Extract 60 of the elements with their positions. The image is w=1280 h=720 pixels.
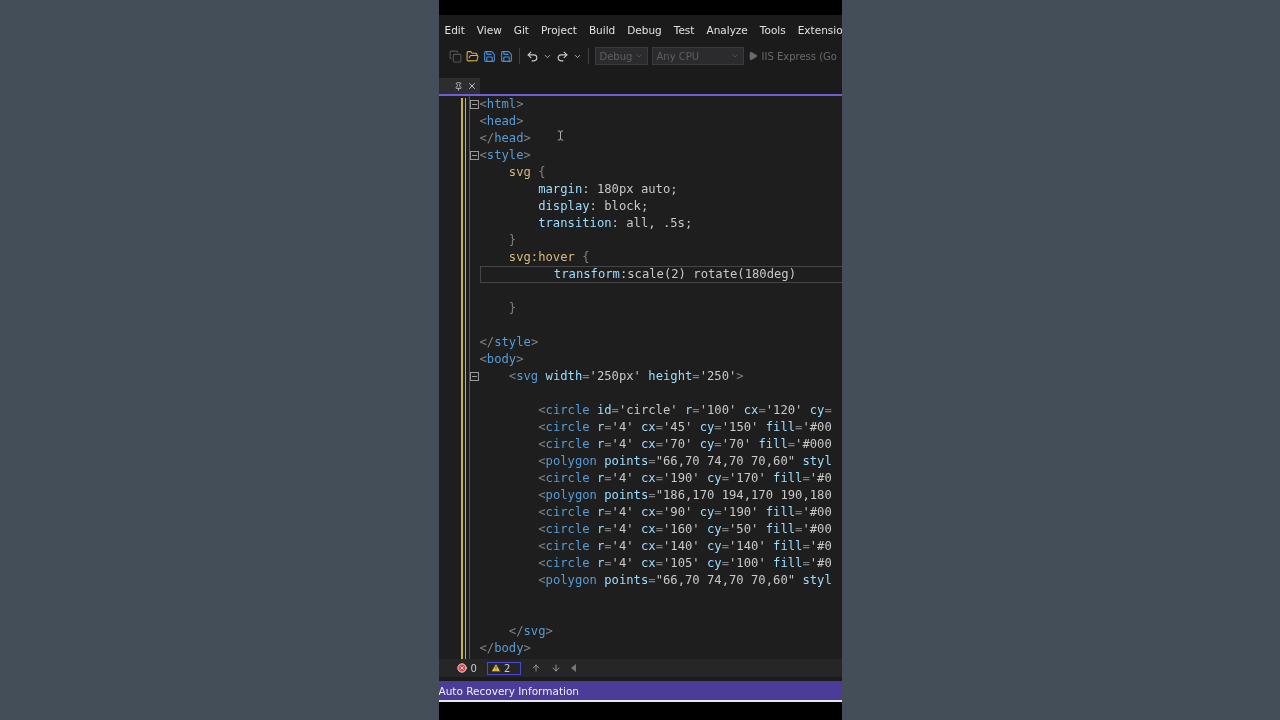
code-line: } [507, 233, 517, 248]
code-line: margin: 180px auto; [537, 182, 678, 197]
code-line: <circle r='4' cx='105' cy='100' fill='#0 [537, 556, 832, 571]
collapse-icon[interactable] [469, 100, 479, 109]
menu-item[interactable]: Debug [621, 24, 668, 36]
code-line: transition: all, .5s; [537, 216, 693, 231]
code-line: <polygon points="66,70 74,70 70,60" styl [537, 454, 832, 469]
code-line: <circle r='4' cx='190' cy='170' fill='#0 [537, 471, 832, 486]
up-arrow-icon[interactable] [531, 663, 542, 673]
undo-icon[interactable] [525, 49, 539, 63]
code-line: <style> [479, 148, 531, 163]
menu-item[interactable]: Test [667, 24, 701, 36]
code-editor[interactable] [438, 94, 842, 659]
collapse-icon[interactable] [469, 151, 479, 160]
code-line: <circle r='4' cx='90' cy='190' fill='#00 [537, 505, 832, 520]
close-icon[interactable] [466, 81, 477, 91]
code-line: svg { [507, 165, 546, 180]
scroll-left-icon[interactable] [571, 664, 578, 672]
document-tab[interactable] [438, 78, 480, 94]
caret-icon [730, 52, 739, 60]
save-all-icon[interactable] [499, 49, 513, 63]
code-line: <head> [479, 114, 524, 129]
code-line: </body> [479, 641, 531, 656]
open-folder-icon[interactable] [465, 49, 479, 63]
code-line: svg:hover { [507, 250, 590, 265]
down-arrow-icon[interactable] [551, 663, 562, 673]
code-line: </style> [479, 335, 539, 350]
redo-icon[interactable] [555, 49, 569, 63]
code-line: display: block; [537, 199, 649, 214]
code-line: <polygon points="66,70 74,70 70,60" styl [537, 573, 832, 588]
menu-item[interactable]: Extensio [791, 24, 842, 36]
pin-icon[interactable] [453, 81, 463, 91]
menu-item[interactable]: Project [534, 24, 583, 36]
caret-icon [634, 52, 643, 60]
code-line: </svg> [507, 624, 553, 639]
warning-icon [490, 663, 501, 673]
code-line: <circle r='4' cx='160' cy='50' fill='#00 [537, 522, 832, 537]
error-count[interactable]: 0 [456, 662, 477, 674]
code-line: <circle id='circle' r='100' cx='120' cy= [537, 403, 832, 418]
code-line: </head> [479, 131, 531, 146]
code-line: <polygon points="186,170 194,170 190,180 [537, 488, 832, 503]
play-icon [747, 51, 758, 61]
collapse-icon[interactable] [469, 372, 479, 381]
error-icon [456, 663, 467, 673]
menu-item[interactable]: View [470, 24, 508, 36]
menu-item[interactable]: Git [507, 24, 535, 36]
warning-count[interactable]: 2 [486, 661, 522, 675]
menu-item[interactable]: Analyze [700, 24, 754, 36]
code-line: <html> [479, 97, 524, 112]
code-line: <svg width='250px' height='250'> [507, 369, 744, 384]
menu-item[interactable]: Build [582, 24, 622, 36]
notification-bar[interactable]: Auto Recovery Information [438, 681, 842, 702]
menu-item[interactable]: Tools [753, 24, 792, 36]
code-line: <circle r='4' cx='70' cy='70' fill='#000 [537, 437, 832, 452]
code-line: <body> [479, 352, 524, 367]
save-icon[interactable] [482, 49, 496, 63]
menu-item[interactable]: Edit [438, 24, 471, 36]
code-line: <circle r='4' cx='140' cy='140' fill='#0 [537, 539, 832, 554]
code-line: <circle r='4' cx='45' cy='150' fill='#00 [537, 420, 832, 435]
code-line: } [507, 301, 517, 316]
